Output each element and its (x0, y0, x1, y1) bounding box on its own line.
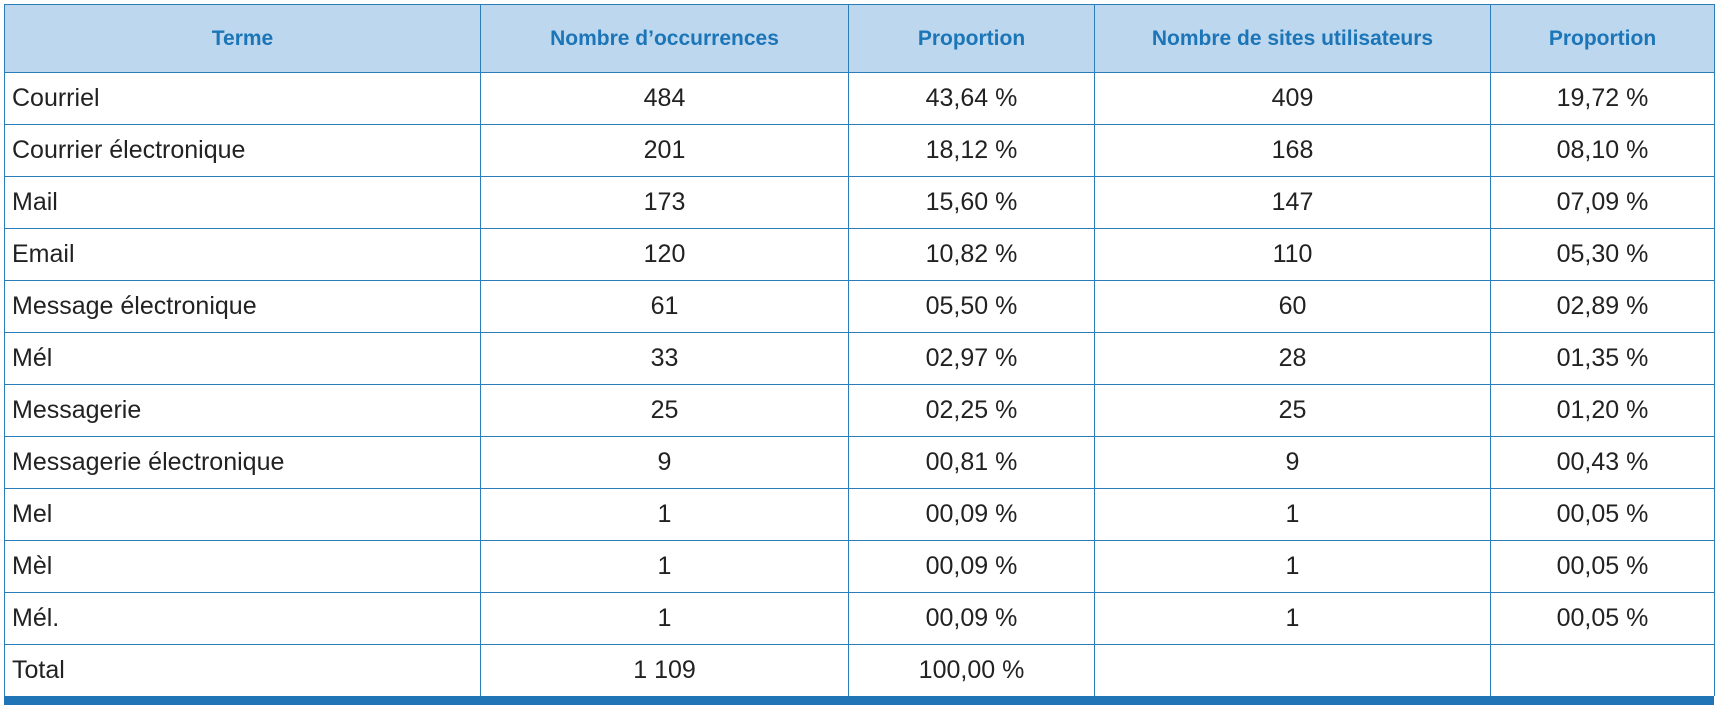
sites-proportion-cell: 02,89 % (1490, 280, 1715, 333)
term-cell: Mél. (4, 592, 481, 645)
term-cell: Messagerie (4, 384, 481, 437)
sites-cell: 9 (1094, 436, 1491, 489)
occurrences-cell: 1 (480, 488, 849, 541)
header-row: Terme Nombre d’occurrences Proportion No… (4, 4, 1715, 73)
sites-proportion-cell: 07,09 % (1490, 176, 1715, 229)
table-row: Message électronique 61 05,50 % 60 02,89 % (4, 280, 1715, 333)
proportion-cell: 05,50 % (848, 280, 1095, 333)
header-terme: Terme (4, 4, 481, 73)
term-cell: Email (4, 228, 481, 281)
table-row: Mail 173 15,60 % 147 07,09 % (4, 176, 1715, 229)
proportion-cell: 10,82 % (848, 228, 1095, 281)
term-cell: Mèl (4, 540, 481, 593)
sites-cell: 168 (1094, 124, 1491, 177)
table-row: Mél 33 02,97 % 28 01,35 % (4, 332, 1715, 385)
sites-proportion-cell: 08,10 % (1490, 124, 1715, 177)
sites-proportion-cell: 00,05 % (1490, 540, 1715, 593)
total-occurrences: 1 109 (480, 644, 849, 696)
occurrences-cell: 484 (480, 72, 849, 125)
proportion-cell: 15,60 % (848, 176, 1095, 229)
table-header: Terme Nombre d’occurrences Proportion No… (4, 4, 1715, 73)
occurrences-cell: 201 (480, 124, 849, 177)
sites-proportion-cell: 00,05 % (1490, 488, 1715, 541)
total-sites (1094, 644, 1491, 696)
term-cell: Message électronique (4, 280, 481, 333)
sites-cell: 147 (1094, 176, 1491, 229)
term-cell: Messagerie électronique (4, 436, 481, 489)
term-cell: Courrier électronique (4, 124, 481, 177)
data-table-container: Terme Nombre d’occurrences Proportion No… (4, 4, 1715, 705)
proportion-cell: 02,97 % (848, 332, 1095, 385)
table-row: Mèl 1 00,09 % 1 00,05 % (4, 540, 1715, 593)
header-occurrences: Nombre d’occurrences (480, 4, 849, 73)
sites-cell: 110 (1094, 228, 1491, 281)
sites-cell: 409 (1094, 72, 1491, 125)
proportion-cell: 00,09 % (848, 592, 1095, 645)
table-row: Mel 1 00,09 % 1 00,05 % (4, 488, 1715, 541)
sites-cell: 1 (1094, 592, 1491, 645)
term-cell: Mél (4, 332, 481, 385)
table-row: Mél. 1 00,09 % 1 00,05 % (4, 592, 1715, 645)
occurrences-cell: 1 (480, 592, 849, 645)
sites-cell: 60 (1094, 280, 1491, 333)
sites-cell: 25 (1094, 384, 1491, 437)
header-proportion-sites: Proportion (1490, 4, 1715, 73)
table-row: Messagerie 25 02,25 % 25 01,20 % (4, 384, 1715, 437)
proportion-cell: 00,81 % (848, 436, 1095, 489)
header-sites: Nombre de sites utilisateurs (1094, 4, 1491, 73)
table-row: Courrier électronique 201 18,12 % 168 08,10 … (4, 124, 1715, 177)
sites-proportion-cell: 01,35 % (1490, 332, 1715, 385)
term-cell: Courriel (4, 72, 481, 125)
sites-proportion-cell: 00,43 % (1490, 436, 1715, 489)
proportion-cell: 02,25 % (848, 384, 1095, 437)
occurrences-cell: 9 (480, 436, 849, 489)
sites-cell: 28 (1094, 332, 1491, 385)
sites-proportion-cell: 01,20 % (1490, 384, 1715, 437)
table-body: Courriel 484 43,64 % 409 19,72 % Courrier éle… (4, 72, 1715, 696)
occurrences-cell: 33 (480, 332, 849, 385)
term-cell: Mail (4, 176, 481, 229)
sites-proportion-cell: 00,05 % (1490, 592, 1715, 645)
sites-proportion-cell: 05,30 % (1490, 228, 1715, 281)
proportion-cell: 18,12 % (848, 124, 1095, 177)
sites-proportion-cell: 19,72 % (1490, 72, 1715, 125)
occurrences-cell: 120 (480, 228, 849, 281)
table-row: Messagerie électronique 9 00,81 % 9 00,43 % (4, 436, 1715, 489)
sites-cell: 1 (1094, 488, 1491, 541)
sites-cell: 1 (1094, 540, 1491, 593)
total-sites-proportion (1490, 644, 1715, 696)
table-row: Email 120 10,82 % 110 05,30 % (4, 228, 1715, 281)
occurrences-cell: 1 (480, 540, 849, 593)
term-cell: Mel (4, 488, 481, 541)
term-usage-table: Terme Nombre d’occurrences Proportion No… (4, 4, 1715, 696)
total-row: Total 1 109 100,00 % (4, 644, 1715, 696)
occurrences-cell: 61 (480, 280, 849, 333)
occurrences-cell: 173 (480, 176, 849, 229)
proportion-cell: 00,09 % (848, 540, 1095, 593)
occurrences-cell: 25 (480, 384, 849, 437)
total-proportion: 100,00 % (848, 644, 1095, 696)
proportion-cell: 00,09 % (848, 488, 1095, 541)
header-proportion-occurrences: Proportion (848, 4, 1095, 73)
total-label: Total (4, 644, 481, 696)
table-bottom-rule (4, 696, 1714, 705)
table-row: Courriel 484 43,64 % 409 19,72 % (4, 72, 1715, 125)
proportion-cell: 43,64 % (848, 72, 1095, 125)
